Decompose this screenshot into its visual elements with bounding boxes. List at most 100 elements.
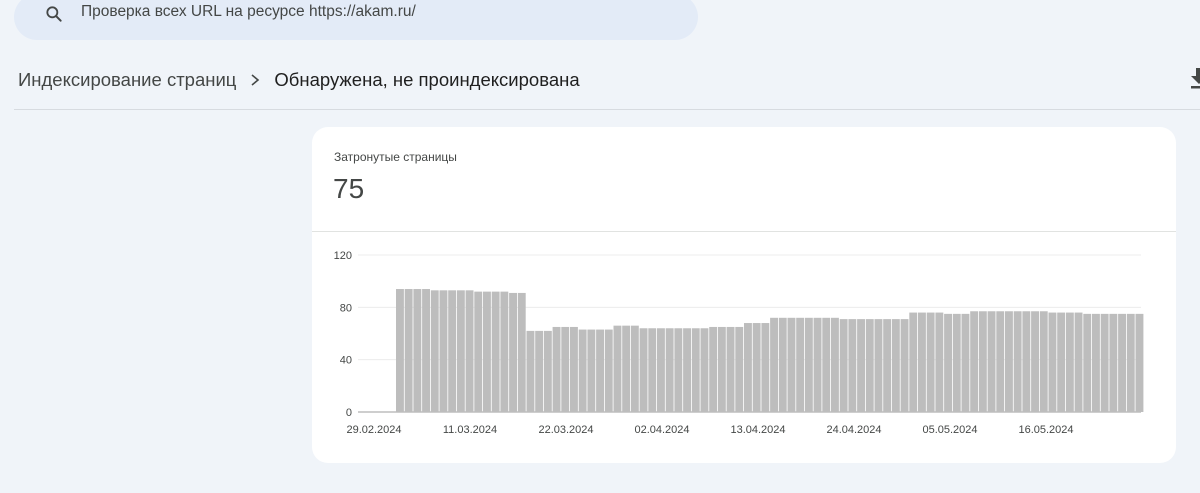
- search-input[interactable]: Проверка всех URL на ресурсе https://aka…: [81, 3, 416, 21]
- chart-bar[interactable]: [657, 328, 665, 412]
- x-tick-label: 24.04.2024: [826, 424, 881, 436]
- chart-bar[interactable]: [691, 328, 700, 412]
- chart-bar[interactable]: [778, 317, 787, 412]
- chart-bar[interactable]: [396, 289, 404, 412]
- chart-bar[interactable]: [1022, 311, 1031, 412]
- chart-bar[interactable]: [1118, 313, 1126, 412]
- chart-bar[interactable]: [648, 328, 657, 412]
- chart-bar[interactable]: [517, 292, 526, 412]
- chart-bar[interactable]: [813, 317, 822, 412]
- search-bar[interactable]: Проверка всех URL на ресурсе https://aka…: [14, 0, 698, 40]
- chart-bar[interactable]: [1074, 312, 1083, 412]
- chart-bar[interactable]: [944, 313, 952, 412]
- chart-bar[interactable]: [831, 317, 839, 412]
- x-tick-label: 02.04.2024: [634, 424, 689, 436]
- chart-bar[interactable]: [1135, 313, 1144, 412]
- chart-bar[interactable]: [978, 311, 987, 412]
- chart-bar[interactable]: [422, 289, 430, 412]
- chart-bar[interactable]: [639, 328, 648, 412]
- chart-bar[interactable]: [430, 290, 439, 412]
- chart-bar[interactable]: [1039, 311, 1048, 412]
- chart-bar[interactable]: [848, 319, 857, 412]
- chart-bar[interactable]: [604, 329, 613, 412]
- chart-bar[interactable]: [874, 319, 883, 412]
- chart-bar[interactable]: [543, 330, 552, 412]
- chart-bar[interactable]: [413, 289, 422, 412]
- affected-pages-card: Затронутые страницы 75 120 80 40 0 29.02.202…: [312, 127, 1176, 463]
- chart-bar[interactable]: [891, 319, 900, 412]
- chart-bar[interactable]: [683, 328, 691, 412]
- header-divider: [14, 109, 1200, 110]
- chart-bar[interactable]: [1092, 313, 1100, 412]
- chart-bar[interactable]: [700, 328, 709, 412]
- chart-bar[interactable]: [1048, 312, 1057, 412]
- chart-bar[interactable]: [665, 328, 674, 412]
- chart-bar[interactable]: [839, 319, 848, 412]
- chart-bar[interactable]: [770, 317, 778, 412]
- chart-bar[interactable]: [735, 326, 744, 412]
- chart-bar[interactable]: [483, 291, 491, 412]
- chart-bar[interactable]: [796, 317, 805, 412]
- chart-bar[interactable]: [822, 317, 831, 412]
- chart-bar[interactable]: [1126, 313, 1135, 412]
- chart-bar[interactable]: [448, 290, 457, 412]
- chart-bar[interactable]: [883, 319, 892, 412]
- chart-bar[interactable]: [1013, 311, 1022, 412]
- chart-bar[interactable]: [952, 313, 961, 412]
- chart-bar[interactable]: [1100, 313, 1109, 412]
- chart-bar[interactable]: [578, 329, 587, 412]
- y-tick-label: 80: [340, 302, 352, 314]
- chart-bar[interactable]: [970, 311, 979, 412]
- chart-bar[interactable]: [1031, 311, 1039, 412]
- chart-bar[interactable]: [404, 289, 413, 412]
- chart-bar[interactable]: [596, 329, 604, 412]
- chart-bar[interactable]: [857, 319, 865, 412]
- chart-bar[interactable]: [500, 291, 509, 412]
- chart-bar[interactable]: [474, 291, 483, 412]
- download-icon[interactable]: [1188, 66, 1200, 90]
- chart-bar[interactable]: [526, 330, 535, 412]
- breadcrumb: Индексирование страниц Обнаружена, не пр…: [18, 66, 580, 94]
- chart-bar[interactable]: [465, 290, 474, 412]
- x-tick-label: 05.05.2024: [922, 424, 977, 436]
- chart-bar[interactable]: [439, 290, 448, 412]
- chart-bar[interactable]: [926, 312, 935, 412]
- chart-bar[interactable]: [909, 312, 918, 412]
- chart-bar[interactable]: [1065, 312, 1074, 412]
- chart-bar[interactable]: [900, 319, 909, 412]
- chart-bar[interactable]: [570, 326, 578, 412]
- chart-bar[interactable]: [630, 325, 639, 412]
- chart-bar[interactable]: [509, 292, 517, 412]
- chart-bar[interactable]: [1057, 312, 1066, 412]
- chart-bar[interactable]: [726, 326, 735, 412]
- chart-bar[interactable]: [865, 319, 874, 412]
- chart-bar[interactable]: [744, 323, 752, 412]
- y-tick-label: 120: [334, 250, 352, 262]
- breadcrumb-parent-link[interactable]: Индексирование страниц: [18, 69, 236, 91]
- chart-bar[interactable]: [613, 325, 622, 412]
- chart-bar[interactable]: [996, 311, 1005, 412]
- chart-bar[interactable]: [752, 323, 761, 412]
- chart-bar[interactable]: [552, 326, 561, 412]
- chart-bar[interactable]: [987, 311, 996, 412]
- chart-bar[interactable]: [761, 323, 770, 412]
- chart-bar[interactable]: [709, 326, 718, 412]
- chart-bar[interactable]: [1083, 313, 1092, 412]
- chart-bar[interactable]: [622, 325, 631, 412]
- chart-bar[interactable]: [961, 313, 970, 412]
- chart-bar[interactable]: [674, 328, 683, 412]
- chart-bar[interactable]: [918, 312, 926, 412]
- chart-bar[interactable]: [1005, 311, 1013, 412]
- search-icon[interactable]: [44, 4, 64, 24]
- chart-bar[interactable]: [491, 291, 500, 412]
- chart-bar[interactable]: [561, 326, 570, 412]
- chart-bar[interactable]: [535, 330, 544, 412]
- chart-bar[interactable]: [804, 317, 813, 412]
- chart-bar[interactable]: [456, 290, 465, 412]
- chart-bar[interactable]: [1109, 313, 1118, 412]
- chart-bar[interactable]: [587, 329, 596, 412]
- chart-bar[interactable]: [787, 317, 796, 412]
- chart-bar[interactable]: [935, 312, 944, 412]
- chart-bar[interactable]: [717, 326, 726, 412]
- metric-value: 75: [333, 173, 365, 204]
